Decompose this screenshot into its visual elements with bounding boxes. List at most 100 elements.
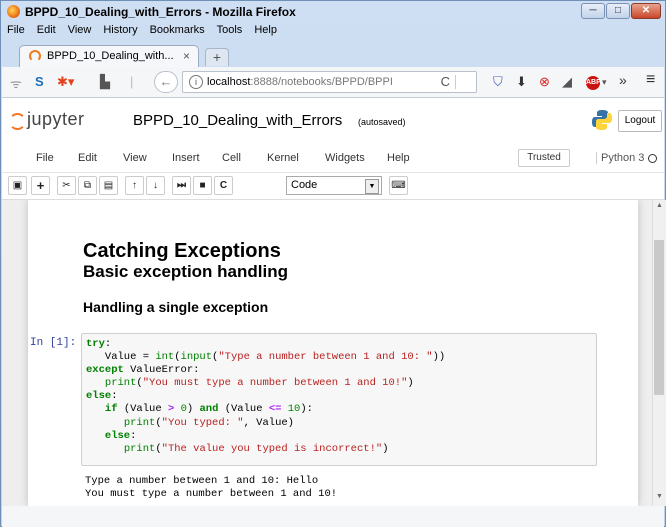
jmenu-insert[interactable]: Insert (172, 152, 200, 164)
jupyter-logo-icon[interactable] (9, 113, 26, 130)
menu-help[interactable]: Help (252, 23, 279, 39)
minimize-button[interactable]: ─ (581, 3, 605, 19)
notebook-area: Catching Exceptions Basic exception hand… (2, 200, 652, 506)
loading-spinner-icon (29, 50, 41, 62)
tab-strip: BPPD_10_Dealing_with... × + (5, 41, 662, 67)
chevron-down-icon[interactable]: ▾ (602, 77, 607, 88)
jupyter-menubar: File Edit View Insert Cell Kernel Widget… (2, 146, 664, 173)
menu-file[interactable]: File (5, 23, 27, 39)
scrollbar-thumb[interactable] (654, 240, 664, 395)
info-icon[interactable]: i (189, 75, 203, 89)
menu-view[interactable]: View (66, 23, 94, 39)
tab-label: BPPD_10_Dealing_with... (47, 50, 174, 62)
skype-icon[interactable]: S (35, 74, 44, 89)
add-cell-button[interactable]: + (31, 176, 50, 195)
trusted-badge[interactable]: Trusted (518, 149, 570, 167)
code-line: else: (104, 429, 137, 442)
notebook-title[interactable]: BPPD_10_Dealing_with_Errors (133, 112, 342, 129)
cut-icon: ✂ (62, 180, 71, 191)
privacy-icon[interactable]: ⊗ (539, 74, 550, 90)
cut-button[interactable]: ✂ (57, 176, 76, 195)
vertical-scrollbar[interactable]: ▲ ▼ (652, 200, 666, 506)
heading-basic-exception-handling: Basic exception handling (83, 262, 288, 281)
autosave-status: (autosaved) (358, 117, 406, 127)
jupyter-brand[interactable]: jupyter (27, 109, 85, 130)
jmenu-edit[interactable]: Edit (78, 152, 97, 164)
jmenu-kernel[interactable]: Kernel (267, 152, 299, 164)
move-down-button[interactable]: ↓ (146, 176, 165, 195)
code-line: print("The value you typed is incorrect!… (123, 442, 389, 455)
input-prompt: In [1]: (30, 337, 77, 349)
code-line: Value = int(input("Type a number between… (86, 351, 446, 364)
logout-button[interactable]: Logout (618, 110, 662, 132)
menu-bookmarks[interactable]: Bookmarks (148, 23, 207, 39)
extension-icon[interactable]: ✱▾ (57, 74, 74, 90)
move-down-icon: ↓ (153, 180, 158, 191)
close-button[interactable]: ✕ (631, 3, 661, 19)
menu-edit[interactable]: Edit (35, 23, 58, 39)
back-button[interactable]: ← (154, 71, 178, 93)
jmenu-widgets[interactable]: Widgets (325, 152, 365, 164)
kernel-indicator: Python 3 (596, 152, 658, 164)
tab-close-icon[interactable]: × (183, 49, 190, 63)
run-button[interactable]: ⏭ (172, 176, 191, 195)
jmenu-help[interactable]: Help (387, 152, 410, 164)
code-line: else: (86, 390, 118, 403)
cell-type-select[interactable]: Code ▼ (286, 176, 382, 195)
browser-menubar: File Edit View History Bookmarks Tools H… (5, 23, 279, 39)
code-line: print("You must type a number between 1 … (104, 377, 414, 390)
adblock-icon[interactable]: ABP (586, 76, 601, 90)
window-controls: ─ □ ✕ (581, 3, 661, 19)
move-up-button[interactable]: ↑ (125, 176, 144, 195)
scroll-up-icon[interactable]: ▲ (656, 202, 663, 209)
navigation-bar: ᯤ S ✱▾ ▙ | ← i localhost:8888/notebooks/… (2, 67, 664, 98)
restore-button[interactable]: □ (606, 3, 630, 19)
url-bar[interactable]: i localhost:8888/notebooks/BPPD/BPPI C (182, 71, 477, 93)
save-button[interactable]: ▣ (8, 176, 27, 195)
pocket-icon[interactable]: ⛉ (493, 74, 503, 90)
download-icon[interactable]: ⬇ (516, 74, 527, 90)
tab-notebook[interactable]: BPPD_10_Dealing_with... × (19, 45, 199, 67)
paste-icon: ▤ (103, 180, 114, 191)
stop-icon: ■ (199, 180, 206, 191)
url-text[interactable]: localhost:8888/notebooks/BPPD/BPPI (207, 76, 429, 88)
add-cell-icon: + (36, 178, 45, 193)
library-icon[interactable]: ▙ (100, 74, 110, 90)
code-line: try: (86, 338, 112, 350)
new-tab-button[interactable]: + (205, 48, 229, 66)
kernel-status-icon (648, 153, 658, 163)
code-line: if (Value > 0) and (Value <= 10): (104, 403, 313, 416)
menu-tools[interactable]: Tools (215, 23, 245, 39)
code-cell[interactable]: try: Value = int(input("Type a number be… (81, 333, 597, 466)
minimize-icon: ─ (589, 5, 597, 16)
restart-button[interactable]: C (214, 176, 233, 195)
code-editor[interactable]: try: Value = int(input("Type a number be… (86, 338, 445, 456)
close-icon: ✕ (641, 5, 651, 16)
send-icon[interactable]: ◢ (562, 74, 572, 90)
overflow-icon[interactable]: » (619, 72, 627, 88)
bottom-strip (2, 506, 664, 527)
reload-icon[interactable]: C (441, 74, 450, 89)
move-up-icon: ↑ (132, 180, 137, 191)
save-icon: ▣ (12, 180, 23, 191)
stop-button[interactable]: ■ (193, 176, 212, 195)
browser-window: BPPD_10_Dealing_with_Errors - Mozilla Fi… (0, 0, 666, 527)
rss-icon[interactable]: ᯤ (10, 74, 22, 92)
url-separator (455, 75, 456, 89)
menu-history[interactable]: History (101, 23, 139, 39)
run-icon: ⏭ (177, 180, 186, 191)
paste-button[interactable]: ▤ (99, 176, 118, 195)
keyboard-button[interactable]: ⌨ (389, 176, 408, 195)
jmenu-view[interactable]: View (123, 152, 147, 164)
jmenu-file[interactable]: File (36, 152, 54, 164)
copy-icon: ⧉ (83, 180, 92, 191)
jupyter-header: jupyter BPPD_10_Dealing_with_Errors (aut… (2, 98, 664, 146)
chevron-down-icon: ▼ (365, 179, 379, 194)
copy-button[interactable]: ⧉ (78, 176, 97, 195)
scroll-down-icon[interactable]: ▼ (656, 493, 663, 500)
output-line: You must type a number between 1 and 10! (85, 488, 338, 500)
jmenu-cell[interactable]: Cell (222, 152, 241, 164)
hamburger-menu-icon[interactable]: ≡ (646, 71, 655, 89)
cell-output: Type a number between 1 and 10: Hello Yo… (85, 475, 337, 501)
code-line: print("You typed: ", Value) (123, 416, 294, 429)
